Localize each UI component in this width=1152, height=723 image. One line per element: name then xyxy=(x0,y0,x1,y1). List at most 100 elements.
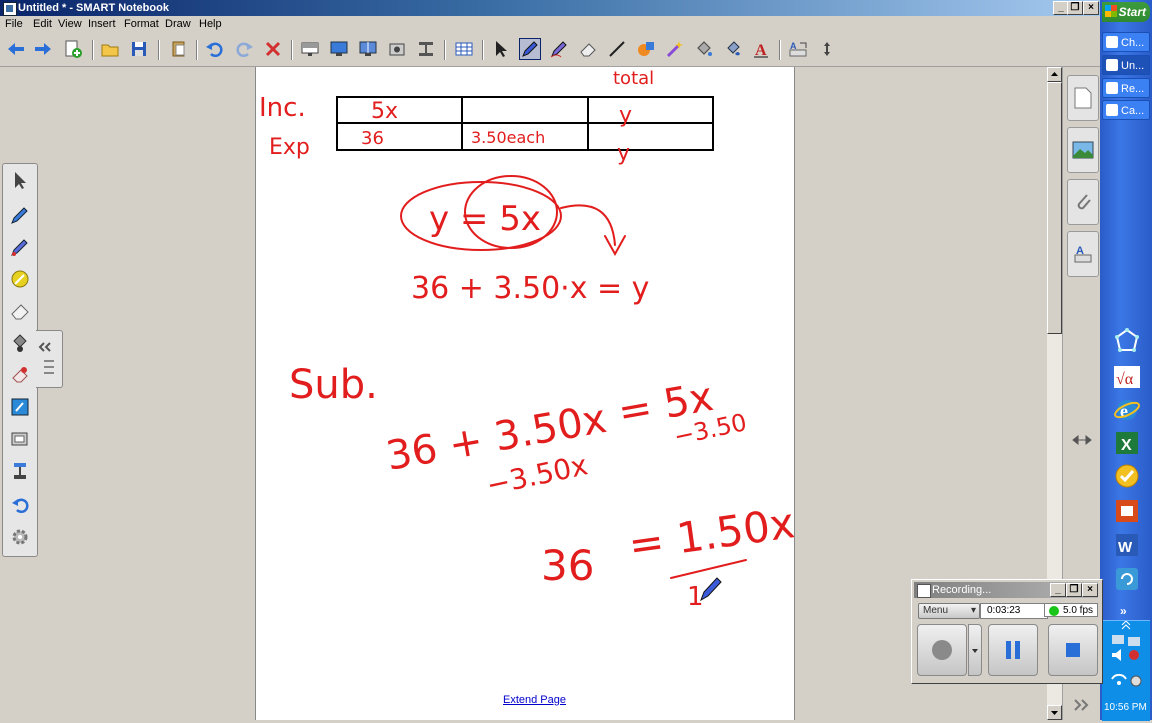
palette-collapse-handle[interactable] xyxy=(36,330,63,388)
stop-button[interactable] xyxy=(1048,624,1098,676)
record-options-dropdown[interactable] xyxy=(968,624,982,676)
recorder-minimize-button[interactable]: _ xyxy=(1050,583,1066,597)
recorder-icon xyxy=(917,584,931,598)
menu-edit[interactable]: Edit xyxy=(33,18,52,30)
paste-icon[interactable] xyxy=(168,38,190,60)
open-folder-icon[interactable] xyxy=(99,38,121,60)
table-icon[interactable] xyxy=(453,38,475,60)
fill-bucket-icon[interactable] xyxy=(722,38,744,60)
marker-icon[interactable] xyxy=(9,236,31,258)
undo-icon[interactable] xyxy=(204,38,226,60)
highlighter-icon[interactable] xyxy=(9,268,31,290)
settings-icon[interactable] xyxy=(9,526,31,548)
equation-divisor: 1 xyxy=(687,582,704,612)
properties-icon[interactable]: A xyxy=(1067,231,1099,277)
dual-page-icon[interactable] xyxy=(357,38,379,60)
add-page-icon[interactable] xyxy=(62,38,84,60)
scroll-down-button[interactable] xyxy=(1047,705,1062,720)
total-label: total xyxy=(613,68,654,89)
menu-draw[interactable]: Draw xyxy=(165,18,191,30)
save-icon[interactable] xyxy=(128,38,150,60)
excel-icon[interactable]: X xyxy=(1113,429,1141,457)
forward-arrow-icon[interactable] xyxy=(32,38,54,60)
undo-icon[interactable] xyxy=(9,494,31,516)
access-icon[interactable] xyxy=(1113,497,1141,525)
polygon-icon[interactable] xyxy=(1113,327,1141,355)
task-chrome[interactable]: Ch... xyxy=(1102,32,1150,52)
notebook-icon[interactable] xyxy=(9,396,31,418)
main-toolbar: A A xyxy=(0,34,1100,67)
move-toolbar-icon[interactable] xyxy=(816,38,838,60)
svg-text:X: X xyxy=(1121,437,1132,454)
document-camera-icon[interactable] xyxy=(415,38,437,60)
scroll-thumb[interactable] xyxy=(1047,82,1062,334)
row2-label: Exp xyxy=(269,135,310,160)
menu-help[interactable]: Help xyxy=(199,18,222,30)
task-recorder[interactable]: Re... xyxy=(1102,78,1150,98)
gallery-icon[interactable] xyxy=(1067,127,1099,173)
menu-file[interactable]: File xyxy=(5,18,23,30)
start-button[interactable]: Start xyxy=(1102,2,1150,22)
alert-icon[interactable] xyxy=(1129,650,1139,660)
eraser-icon[interactable] xyxy=(9,300,31,322)
pen-icon[interactable] xyxy=(9,204,31,226)
recorder-icon[interactable] xyxy=(9,460,31,482)
fill-icon[interactable] xyxy=(693,38,715,60)
shape-icon[interactable] xyxy=(635,38,657,60)
full-screen-icon[interactable] xyxy=(328,38,350,60)
refresh-icon[interactable] xyxy=(1113,565,1141,593)
volume-icon[interactable] xyxy=(1112,649,1121,661)
recorder-close-button[interactable]: × xyxy=(1082,583,1098,597)
delete-icon[interactable] xyxy=(262,38,284,60)
attachments-icon[interactable] xyxy=(1067,179,1099,225)
record-button[interactable] xyxy=(917,624,967,676)
magic-pen-icon[interactable] xyxy=(664,38,686,60)
internet-explorer-icon[interactable]: e xyxy=(1113,396,1141,424)
equation-icon[interactable]: √α xyxy=(1113,363,1141,391)
magic-eraser-icon[interactable] xyxy=(9,364,31,386)
text-icon[interactable]: A xyxy=(750,38,772,60)
substitution-label: Sub. xyxy=(289,362,378,408)
extend-page-link[interactable]: Extend Page xyxy=(503,694,566,706)
equation-result-right: = 1.50x xyxy=(626,498,794,570)
restore-button[interactable]: ❐ xyxy=(1067,1,1083,15)
task-calculator[interactable]: Ca... xyxy=(1102,100,1150,120)
toolbar-separator xyxy=(779,40,781,60)
menu-insert[interactable]: Insert xyxy=(88,18,116,30)
word-icon[interactable]: W xyxy=(1113,531,1141,559)
wifi-icon[interactable] xyxy=(1111,673,1127,685)
pause-button[interactable] xyxy=(988,624,1038,676)
calculator-icon xyxy=(1106,104,1118,116)
screen-shade-icon[interactable] xyxy=(299,38,321,60)
fill-icon[interactable] xyxy=(9,332,31,354)
menu-format[interactable]: Format xyxy=(124,18,159,30)
settings-icon[interactable] xyxy=(1130,675,1142,687)
redo-icon[interactable] xyxy=(233,38,255,60)
creative-pen-icon[interactable] xyxy=(548,38,570,60)
screen-capture-icon[interactable] xyxy=(386,38,408,60)
screen-capture-icon[interactable] xyxy=(9,428,31,450)
notebook-page[interactable]: Inc. Exp total 5x y 36 3.50each y y = 5x… xyxy=(255,67,798,720)
pen-icon[interactable] xyxy=(519,38,541,60)
eraser-icon[interactable] xyxy=(577,38,599,60)
properties-icon[interactable]: A xyxy=(787,38,809,60)
back-arrow-icon[interactable] xyxy=(5,38,27,60)
select-arrow-icon[interactable] xyxy=(490,38,512,60)
select-icon[interactable] xyxy=(9,170,31,192)
outlook-icon[interactable] xyxy=(1113,462,1141,490)
resize-sidebar-icon[interactable] xyxy=(1072,434,1092,446)
expand-quicklaunch-icon[interactable]: » xyxy=(1120,604,1127,618)
close-button[interactable]: × xyxy=(1083,1,1099,15)
tray-collapse-icon[interactable] xyxy=(1121,620,1131,630)
menu-view[interactable]: View xyxy=(58,18,82,30)
line-icon[interactable] xyxy=(606,38,628,60)
auto-hide-icon[interactable] xyxy=(1072,697,1092,713)
toolbar-separator xyxy=(92,40,94,60)
page-sorter-icon[interactable] xyxy=(1067,75,1099,121)
recorder-menu-dropdown[interactable]: Menu ▾ xyxy=(918,603,980,619)
recorder-title: Recording... xyxy=(932,584,992,596)
recorder-restore-button[interactable]: ❐ xyxy=(1066,583,1082,597)
task-untitled[interactable]: Un... xyxy=(1102,55,1150,75)
scroll-up-button[interactable] xyxy=(1047,67,1062,82)
network-icon[interactable] xyxy=(1112,635,1140,646)
